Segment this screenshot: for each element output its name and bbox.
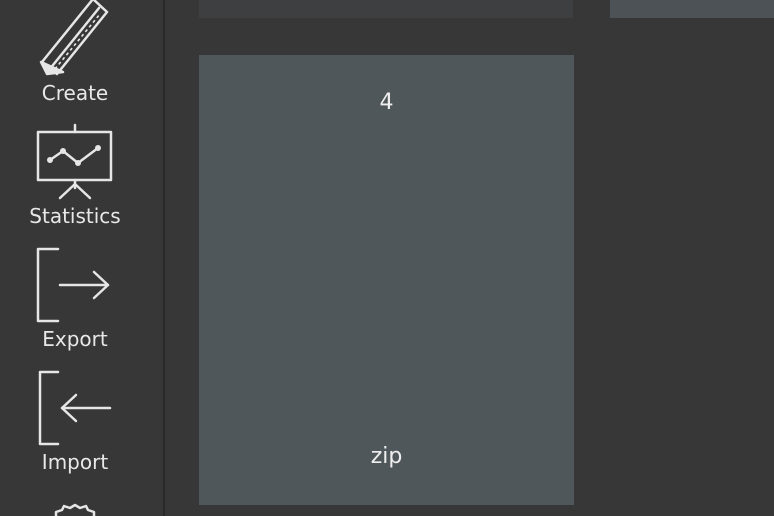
card-number: 4 [379, 90, 394, 115]
sidebar-item-statistics-label: Statistics [29, 204, 121, 228]
pencil-icon [39, 0, 109, 76]
sidebar-item-settings[interactable] [0, 496, 150, 516]
gear-icon [54, 503, 96, 516]
card-partial-top[interactable] [199, 0, 573, 18]
sidebar-item-create[interactable]: Create [0, 0, 150, 110]
sidebar-item-export[interactable]: Export [0, 245, 150, 355]
presentation-chart-icon [36, 123, 113, 200]
sidebar-item-statistics[interactable]: Statistics [0, 122, 150, 232]
sidebar-item-export-label: Export [42, 327, 108, 351]
main-content: 4 zip [165, 0, 774, 516]
import-icon [38, 370, 112, 446]
card-file-extension: zip [370, 444, 403, 469]
sidebar-item-create-label: Create [41, 81, 109, 105]
sidebar-item-import[interactable]: Import [0, 368, 150, 478]
app-window: Create Statistics Export Import 4 zip [0, 0, 774, 516]
file-card[interactable]: 4 zip [199, 55, 574, 505]
export-icon [36, 247, 110, 323]
card-partial-top-right[interactable] [610, 0, 774, 18]
sidebar: Create Statistics Export Import [0, 0, 165, 516]
sidebar-item-import-label: Import [41, 450, 109, 474]
